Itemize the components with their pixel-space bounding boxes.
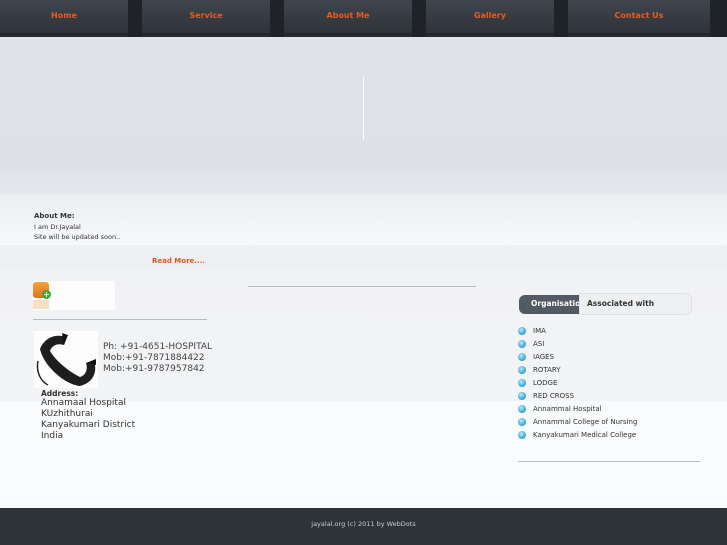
nav-about-me[interactable]: About Me [284,0,412,35]
bullet-icon [518,405,526,413]
bullet-icon [518,353,526,361]
divider [33,319,207,320]
hero-divider [363,77,364,140]
list-item-label: Kanyakumari Medical College [533,431,637,439]
nav-contact-us[interactable]: Contact Us [568,0,710,35]
about-line: I am Dr.Jayalal [34,223,81,231]
tab-organisations[interactable]: Organisations [519,295,583,314]
address-line: India [41,431,64,441]
telephone-image [34,331,98,388]
about-line: Site will be updated soon.. [34,233,121,241]
bullet-icon [518,379,526,387]
nav-separator [710,0,727,37]
contact-mobile: Mob:+91-9787957842 [103,364,205,374]
add-icon: + [42,290,51,299]
contact-phone: Ph: +91-4651-HOSPITAL [103,342,213,352]
bullet-icon [518,418,526,426]
hero-banner [0,37,727,195]
rss-widget[interactable]: + [33,281,115,310]
list-item-label: IMA [533,327,546,335]
divider [248,286,476,287]
read-more-link[interactable]: Read More.... [152,257,205,265]
bullet-icon [518,366,526,374]
rss-reflection [33,300,49,309]
list-item-label: LODGE [533,379,558,387]
rss-icon[interactable]: + [33,282,51,299]
divider [518,461,700,462]
list-item-label: RED CROSS [533,392,575,400]
list-item-label: ROTARY [533,366,561,374]
bullet-icon [518,340,526,348]
bullet-icon [518,392,526,400]
bullet-icon [518,431,526,439]
footer-text: jayalal.org (c) 2011 by WebDots [311,520,416,528]
address-line: KUzhithurai [41,409,93,419]
contact-mobile: Mob:+91-7871884422 [103,353,205,363]
list-item-label: Annammal Hospital [533,405,602,413]
nav-separator [554,0,568,37]
nav-separator [270,0,284,37]
footer: jayalal.org (c) 2011 by WebDots [0,508,727,545]
about-title: About Me: [34,212,75,220]
list-item-label: Annammal College of Nursing [533,418,638,426]
list-item-label: ASI [533,340,545,348]
bullet-icon [518,327,526,335]
tab-associated-with[interactable]: Associated with [579,293,692,315]
address-line: Kanyakumari District [41,420,136,430]
nav-gallery[interactable]: Gallery [426,0,554,35]
nav-separator [128,0,142,37]
nav-home[interactable]: Home [0,0,128,35]
nav-service[interactable]: Service [142,0,270,35]
address-line: Annamaal Hospital [41,398,126,408]
address-title: Address: [41,389,79,398]
top-nav: Home Service About Me Gallery Contact Us [0,0,727,37]
list-item-label: IAGES [533,353,555,361]
nav-separator [412,0,426,37]
